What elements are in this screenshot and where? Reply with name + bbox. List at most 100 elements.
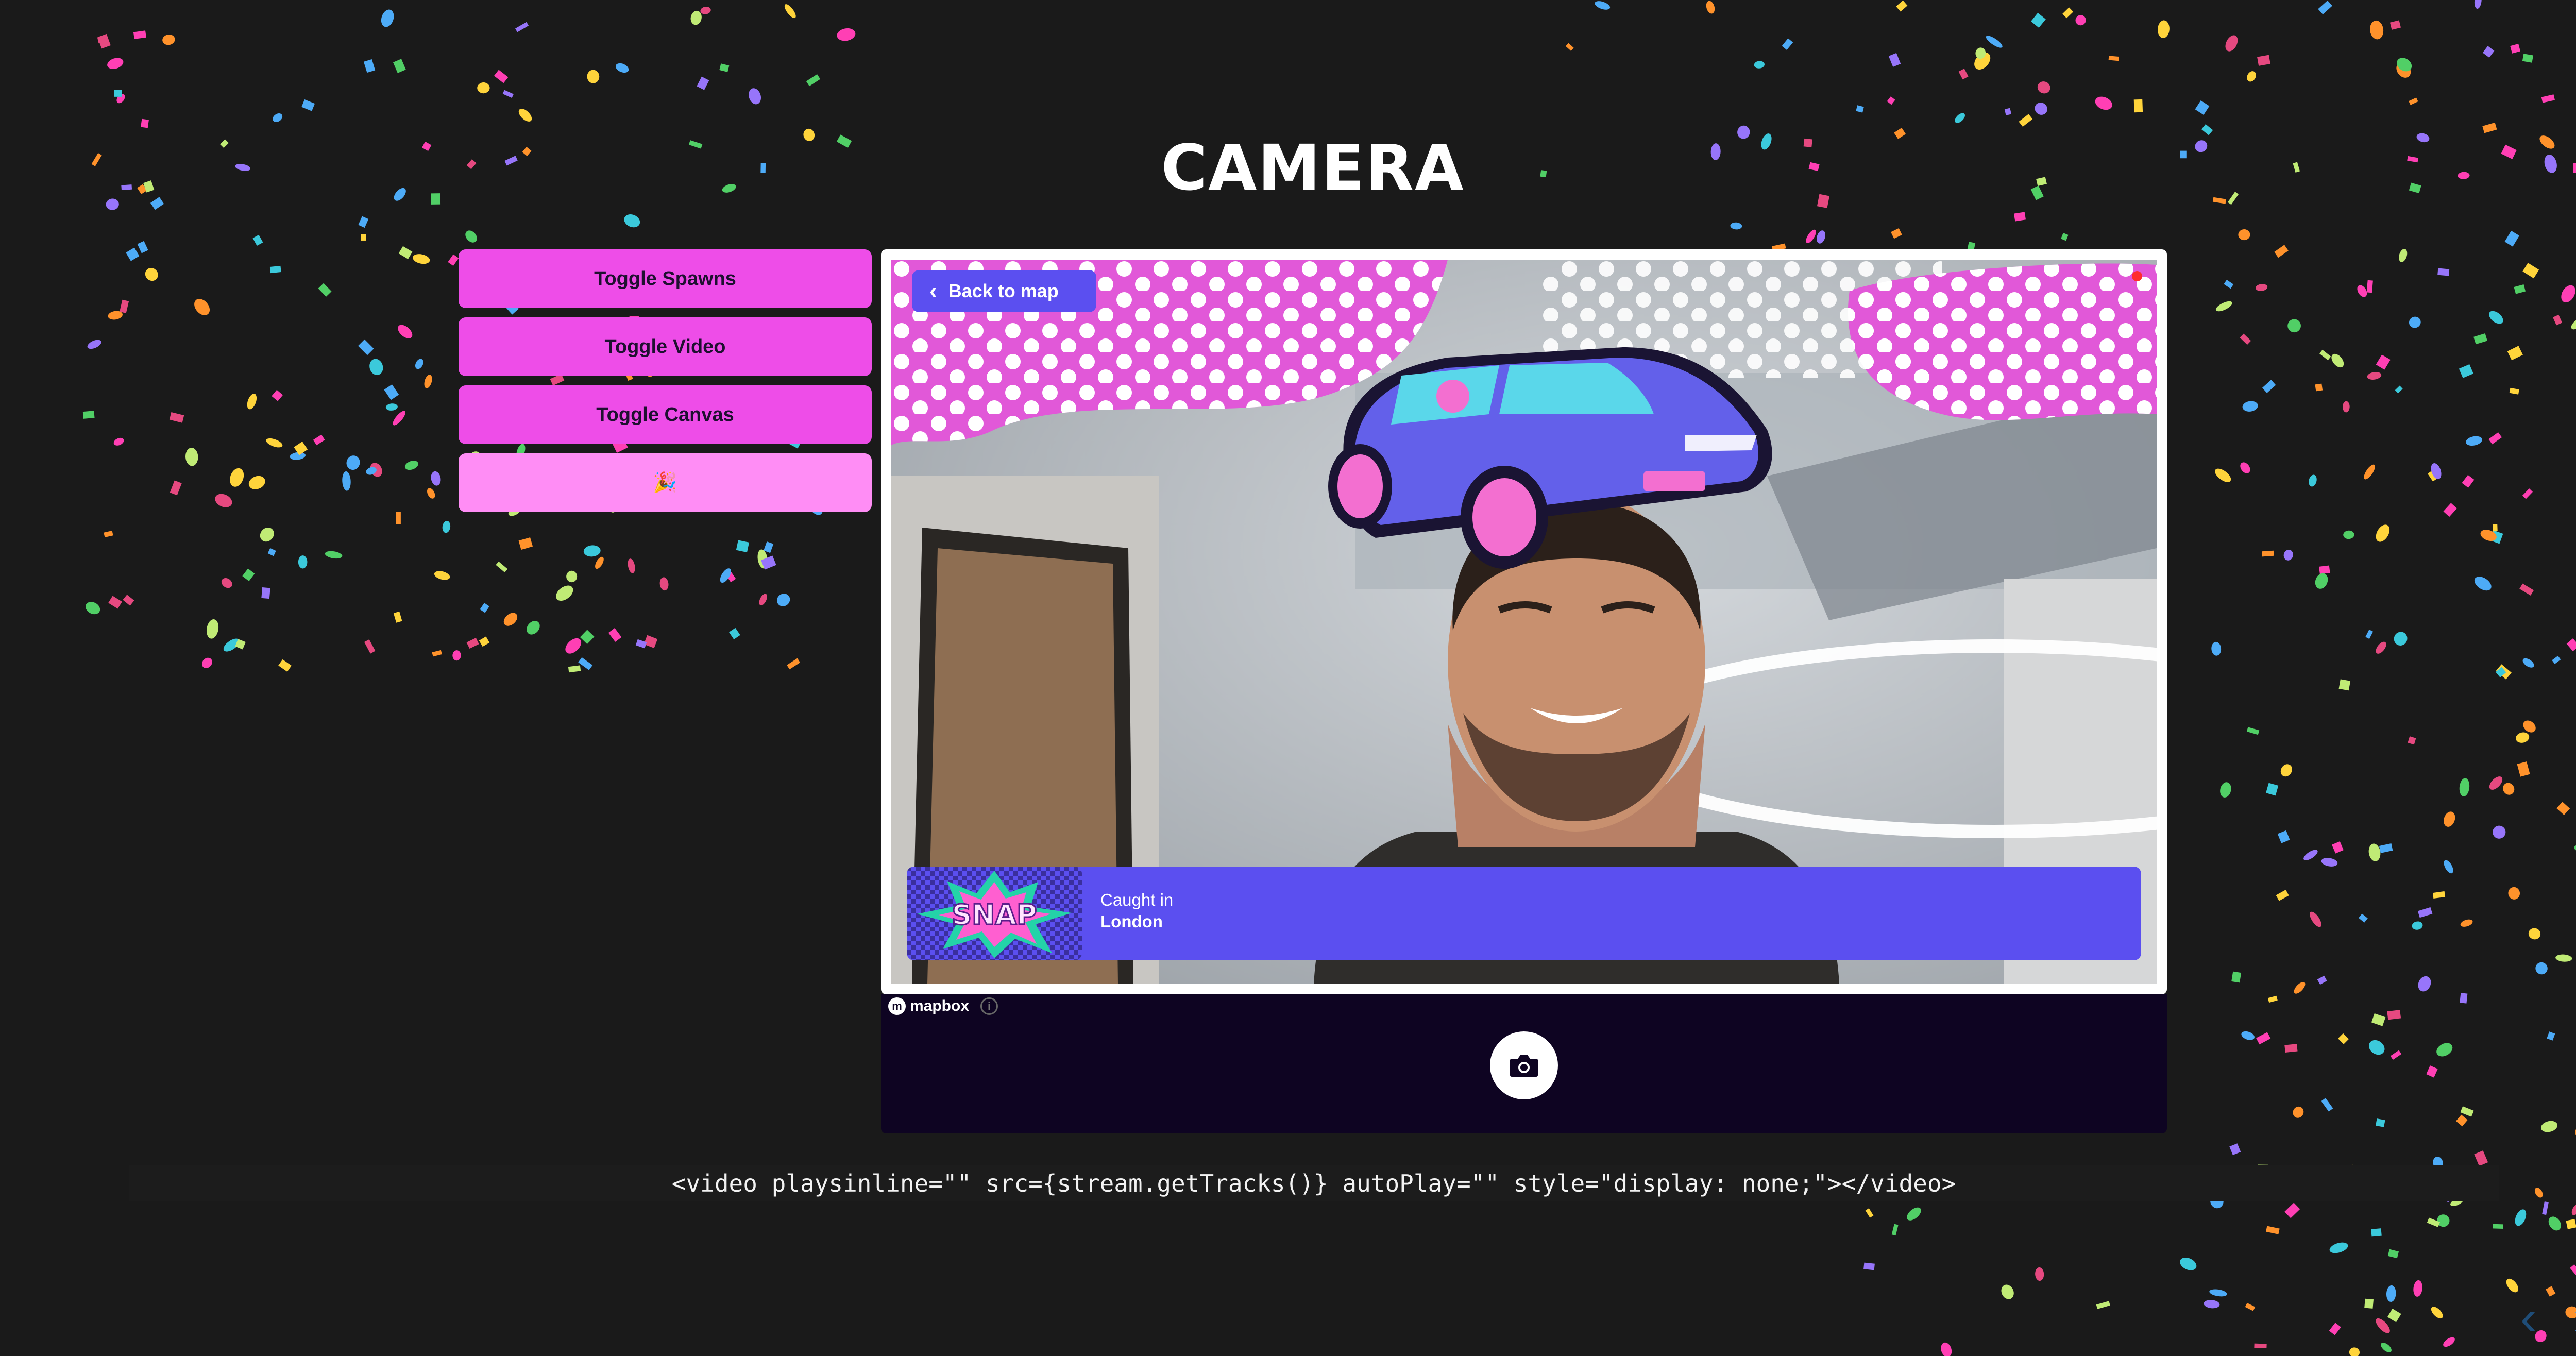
mapbox-attribution-label: mapbox	[910, 997, 970, 1014]
confetti-piece	[566, 570, 578, 583]
confetti-piece	[527, 621, 540, 635]
confetti-piece	[358, 216, 369, 228]
confetti-piece	[2211, 641, 2222, 656]
confetti-piece	[2276, 890, 2289, 901]
confetti-piece	[787, 658, 801, 670]
confetti-piece	[381, 9, 394, 27]
confetti-piece	[215, 494, 232, 507]
confetti-piece	[1782, 38, 1793, 50]
confetti-piece	[2315, 383, 2323, 392]
confetti-piece	[2522, 658, 2534, 668]
confetti-piece	[2256, 284, 2268, 291]
confetti-piece	[2319, 349, 2331, 361]
confetti-piece	[145, 268, 158, 281]
confetti-piece	[1887, 96, 1895, 105]
confetti-piece	[615, 63, 629, 73]
shutter-button[interactable]	[1490, 1031, 1558, 1099]
confetti-piece	[342, 471, 351, 491]
confetti-piece	[1865, 1208, 1874, 1218]
confetti-piece	[2418, 976, 2431, 992]
confetti-piece	[2426, 1065, 2438, 1078]
confetti-piece	[761, 555, 776, 570]
confetti-piece	[2280, 764, 2292, 777]
confetti-piece	[2321, 1098, 2333, 1112]
confetti-button[interactable]: 🎉	[459, 453, 872, 512]
confetti-piece	[2294, 981, 2306, 994]
chevron-right-icon[interactable]: ›	[2573, 1293, 2576, 1343]
back-to-map-button[interactable]: ‹ Back to map	[912, 270, 1096, 312]
toggle-spawns-button[interactable]: Toggle Spawns	[459, 249, 872, 308]
confetti-piece	[2240, 333, 2251, 345]
confetti-piece	[107, 58, 124, 69]
confetti-piece	[719, 63, 730, 72]
confetti-piece	[583, 545, 601, 557]
caught-in-banner: SNAP Caught in London	[907, 867, 2141, 960]
confetti-piece	[1975, 47, 1986, 59]
confetti-piece	[2332, 841, 2344, 854]
confetti-piece	[2379, 843, 2393, 853]
confetti-piece	[2510, 43, 2521, 54]
confetti-piece	[442, 520, 451, 533]
confetti-piece	[448, 254, 459, 266]
confetti-piece	[784, 4, 796, 19]
confetti-piece	[2195, 100, 2210, 115]
confetti-piece	[2376, 641, 2386, 654]
snap-logo-text: SNAP	[952, 899, 1037, 931]
confetti-piece	[1565, 43, 1574, 51]
camera-icon	[1510, 1055, 1538, 1077]
confetti-piece	[2566, 1219, 2576, 1229]
confetti-piece	[628, 558, 635, 573]
confetti-piece	[434, 571, 450, 580]
confetti-piece	[2364, 1298, 2374, 1309]
confetti-piece	[2367, 372, 2382, 380]
confetti-piece	[2556, 802, 2570, 815]
confetti-piece	[749, 88, 761, 105]
confetti-piece	[2062, 7, 2074, 19]
confetti-piece	[608, 628, 622, 642]
confetti-piece	[2375, 1118, 2385, 1127]
confetti-piece	[2349, 1347, 2360, 1356]
confetti-piece	[2371, 1013, 2386, 1026]
confetti-piece	[2215, 468, 2231, 482]
confetti-piece	[1863, 1262, 1875, 1270]
confetti-piece	[2412, 921, 2423, 930]
confetti-piece	[370, 463, 382, 477]
confetti-piece	[2096, 1301, 2110, 1309]
confetti-piece	[2516, 732, 2530, 743]
confetti-piece	[97, 33, 111, 49]
confetti-piece	[2035, 1267, 2044, 1281]
confetti-piece	[2444, 860, 2453, 874]
confetti-piece	[137, 241, 148, 253]
confetti-piece	[494, 70, 509, 83]
confetti-piece	[120, 299, 129, 313]
confetti-piece	[2546, 1286, 2556, 1297]
confetti-piece	[2535, 962, 2548, 975]
toggle-canvas-button[interactable]: Toggle Canvas	[459, 385, 872, 444]
confetti-piece	[2514, 284, 2526, 294]
confetti-piece	[2204, 1300, 2220, 1309]
confetti-piece	[2240, 462, 2250, 473]
confetti-piece	[294, 441, 308, 455]
info-icon[interactable]: i	[980, 997, 998, 1015]
confetti-piece	[2262, 550, 2274, 557]
confetti-piece	[2459, 778, 2470, 796]
mapbox-attribution[interactable]: m mapbox i	[888, 997, 998, 1015]
confetti-piece	[1955, 113, 1965, 123]
confetti-piece	[364, 639, 376, 654]
confetti-piece	[2547, 1031, 2555, 1041]
confetti-piece	[2158, 20, 2170, 39]
toggle-video-button[interactable]: Toggle Video	[459, 317, 872, 376]
confetti-piece	[393, 411, 405, 426]
confetti-piece	[2037, 81, 2050, 94]
chevron-left-icon[interactable]: ‹	[2520, 1293, 2537, 1343]
confetti-piece	[248, 476, 265, 489]
confetti-piece	[432, 650, 442, 657]
confetti-piece	[2004, 108, 2012, 115]
confetti-piece	[427, 488, 435, 499]
confetti-piece	[2534, 1188, 2543, 1198]
confetti-piece	[1706, 1, 1715, 14]
caught-in-city: London	[1100, 912, 1163, 931]
confetti-piece	[2319, 565, 2330, 574]
confetti-piece	[384, 384, 399, 400]
confetti-piece	[358, 339, 374, 355]
